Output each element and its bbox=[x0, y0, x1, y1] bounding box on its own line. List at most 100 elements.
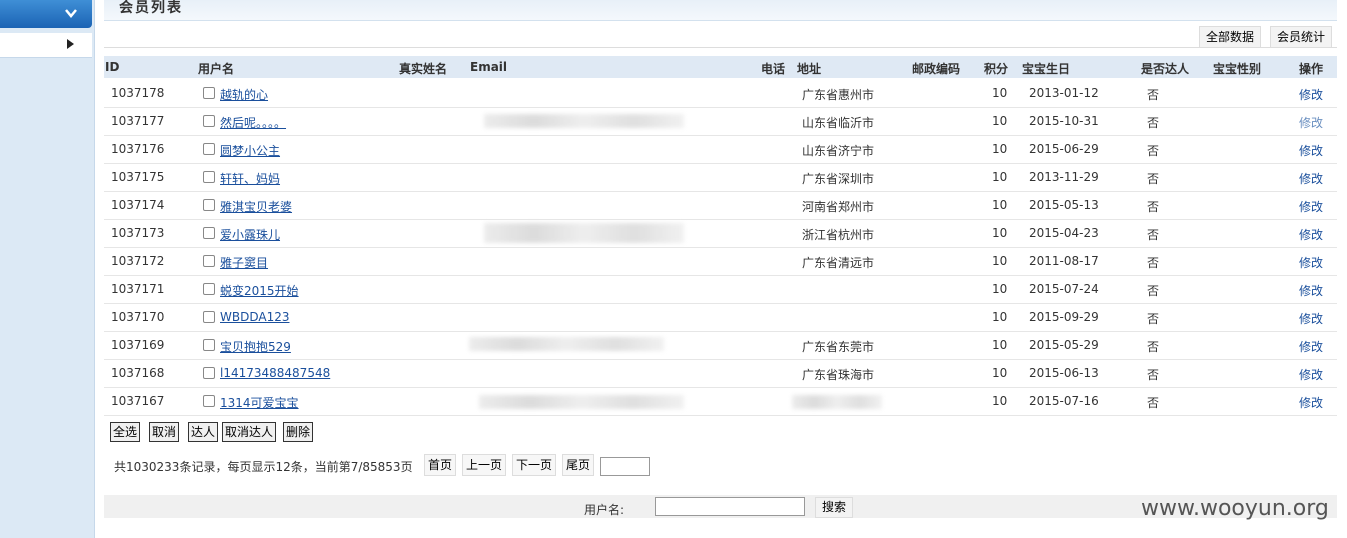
username-link[interactable]: 然后呢。。。。 bbox=[220, 114, 286, 131]
edit-link[interactable]: 修改 bbox=[1299, 366, 1323, 383]
first-page-button[interactable]: 首页 bbox=[424, 454, 457, 476]
username-search-input[interactable] bbox=[655, 497, 805, 516]
main-content: 会员列表 全部数据 会员统计 ID 用户名 真实姓名 Email 电话 地址 邮… bbox=[104, 0, 1337, 538]
cell-address: 山东省济宁市 bbox=[802, 144, 875, 158]
username-link[interactable]: l14173488487548 bbox=[220, 366, 330, 380]
table-row: 1037168 l14173488487548 广东省珠海市 10 2015-0… bbox=[104, 359, 1337, 388]
username-link[interactable]: 宝贝抱抱529 bbox=[220, 338, 291, 355]
row-checkbox[interactable] bbox=[203, 255, 215, 267]
pager-summary: 共1030233条记录，每页显示12条，当前第7/85853页 bbox=[114, 460, 413, 474]
cell-expert: 否 bbox=[1147, 200, 1160, 214]
header-username[interactable]: 用户名 bbox=[198, 60, 234, 77]
cell-address: 广东省深圳市 bbox=[802, 172, 875, 186]
cell-id: 1037169 bbox=[111, 338, 165, 352]
next-page-button[interactable]: 下一页 bbox=[512, 454, 557, 476]
cell-birthday: 2013-11-29 bbox=[1029, 170, 1099, 184]
set-expert-button[interactable]: 达人 bbox=[188, 422, 219, 442]
username-link[interactable]: WBDDA123 bbox=[220, 310, 289, 324]
triangle-right-icon bbox=[67, 39, 74, 49]
cell-birthday: 2013-01-12 bbox=[1029, 86, 1099, 100]
row-checkbox[interactable] bbox=[203, 367, 215, 379]
watermark: www.wooyun.org bbox=[1141, 496, 1329, 521]
header-realname[interactable]: 真实姓名 bbox=[399, 60, 447, 77]
cell-points: 10 bbox=[992, 226, 1008, 240]
row-checkbox[interactable] bbox=[203, 87, 215, 99]
table-row: 1037177 然后呢。。。。 山东省临沂市 10 2015-10-31 否 修… bbox=[104, 107, 1337, 136]
cell-expert: 否 bbox=[1147, 368, 1160, 382]
table-row: 1037174 雅淇宝贝老婆 河南省郑州市 10 2015-05-13 否 修改 bbox=[104, 191, 1337, 220]
delete-button[interactable]: 删除 bbox=[283, 422, 314, 442]
cell-id: 1037172 bbox=[111, 254, 165, 268]
sidebar-item[interactable] bbox=[0, 33, 92, 58]
table-row: 1037173 爱小露珠儿 浙江省杭州市 10 2015-04-23 否 修改 bbox=[104, 219, 1337, 248]
chevron-down-icon[interactable] bbox=[64, 6, 78, 20]
redacted-email bbox=[484, 223, 684, 243]
prev-page-button[interactable]: 上一页 bbox=[462, 454, 507, 476]
username-link[interactable]: 越轨的心 bbox=[220, 86, 268, 103]
all-data-button[interactable]: 全部数据 bbox=[1199, 26, 1262, 48]
edit-link[interactable]: 修改 bbox=[1299, 114, 1323, 131]
member-stats-button[interactable]: 会员统计 bbox=[1270, 26, 1333, 48]
table-row: 1037175 轩轩、妈妈 广东省深圳市 10 2013-11-29 否 修改 bbox=[104, 163, 1337, 192]
header-points[interactable]: 积分 bbox=[984, 60, 1008, 77]
edit-link[interactable]: 修改 bbox=[1299, 338, 1323, 355]
select-all-button[interactable]: 全选 bbox=[110, 422, 141, 442]
cell-points: 10 bbox=[992, 254, 1008, 268]
edit-link[interactable]: 修改 bbox=[1299, 170, 1323, 187]
table-header: ID 用户名 真实姓名 Email 电话 地址 邮政编码 积分 宝宝生日 是否达… bbox=[104, 56, 1337, 78]
header-is-expert[interactable]: 是否达人 bbox=[1141, 60, 1189, 77]
cell-birthday: 2015-07-16 bbox=[1029, 394, 1099, 408]
cell-id: 1037171 bbox=[111, 282, 165, 296]
username-link[interactable]: 轩轩、妈妈 bbox=[220, 170, 280, 187]
edit-link[interactable]: 修改 bbox=[1299, 198, 1323, 215]
row-checkbox[interactable] bbox=[203, 199, 215, 211]
cancel-button[interactable]: 取消 bbox=[149, 422, 180, 442]
redacted-email bbox=[484, 114, 684, 128]
cell-expert: 否 bbox=[1147, 228, 1160, 242]
cell-birthday: 2015-09-29 bbox=[1029, 310, 1099, 324]
row-checkbox[interactable] bbox=[203, 395, 215, 407]
sidebar bbox=[0, 0, 95, 538]
edit-link[interactable]: 修改 bbox=[1299, 142, 1323, 159]
edit-link[interactable]: 修改 bbox=[1299, 226, 1323, 243]
cell-id: 1037176 bbox=[111, 142, 165, 156]
header-address[interactable]: 地址 bbox=[797, 60, 821, 77]
edit-link[interactable]: 修改 bbox=[1299, 86, 1323, 103]
edit-link[interactable]: 修改 bbox=[1299, 310, 1323, 327]
cell-expert: 否 bbox=[1147, 172, 1160, 186]
row-checkbox[interactable] bbox=[203, 115, 215, 127]
last-page-button[interactable]: 尾页 bbox=[562, 454, 595, 476]
cancel-expert-button[interactable]: 取消达人 bbox=[222, 422, 277, 442]
username-link[interactable]: 雅淇宝贝老婆 bbox=[220, 198, 292, 215]
header-baby-gender[interactable]: 宝宝性别 bbox=[1213, 60, 1261, 77]
header-phone[interactable]: 电话 bbox=[761, 60, 785, 77]
row-checkbox[interactable] bbox=[203, 171, 215, 183]
edit-link[interactable]: 修改 bbox=[1299, 282, 1323, 299]
sidebar-header[interactable] bbox=[0, 0, 92, 28]
search-button[interactable]: 搜索 bbox=[815, 497, 854, 518]
cell-address: 广东省珠海市 bbox=[802, 368, 875, 382]
username-link[interactable]: 雅子窦目 bbox=[220, 254, 268, 271]
username-link[interactable]: 圆梦小公主 bbox=[220, 142, 280, 159]
table-row: 1037169 宝贝抱抱529 广东省东莞市 10 2015-05-29 否 修… bbox=[104, 331, 1337, 360]
edit-link[interactable]: 修改 bbox=[1299, 394, 1323, 411]
row-checkbox[interactable] bbox=[203, 227, 215, 239]
edit-link[interactable]: 修改 bbox=[1299, 254, 1323, 271]
row-checkbox[interactable] bbox=[203, 143, 215, 155]
username-link[interactable]: 1314可爱宝宝 bbox=[220, 394, 299, 411]
page-number-input[interactable] bbox=[600, 457, 650, 476]
cell-birthday: 2015-05-13 bbox=[1029, 198, 1099, 212]
table-row: 1037176 圆梦小公主 山东省济宁市 10 2015-06-29 否 修改 bbox=[104, 135, 1337, 164]
header-baby-birthday[interactable]: 宝宝生日 bbox=[1022, 60, 1070, 77]
header-email[interactable]: Email bbox=[470, 60, 507, 74]
row-checkbox[interactable] bbox=[203, 283, 215, 295]
search-label: 用户名: bbox=[584, 503, 625, 517]
username-link[interactable]: 爱小露珠儿 bbox=[220, 226, 280, 243]
username-link[interactable]: 蜕变2015开始 bbox=[220, 282, 299, 299]
row-checkbox[interactable] bbox=[203, 339, 215, 351]
cell-expert: 否 bbox=[1147, 284, 1160, 298]
header-id[interactable]: ID bbox=[105, 60, 119, 74]
header-postcode[interactable]: 邮政编码 bbox=[912, 60, 960, 77]
row-checkbox[interactable] bbox=[203, 311, 215, 323]
cell-expert: 否 bbox=[1147, 144, 1160, 158]
